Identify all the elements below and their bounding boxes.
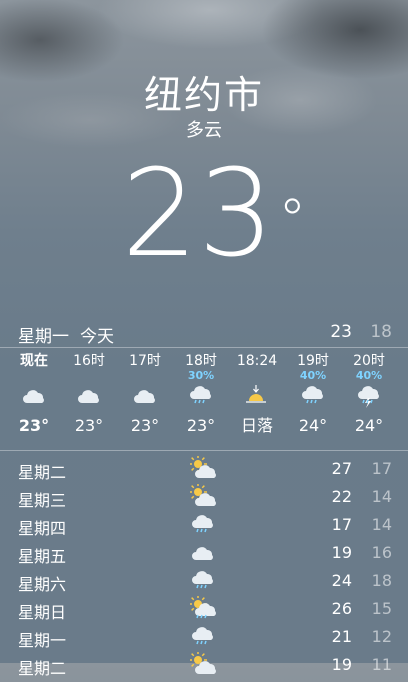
cloudy-icon [117, 382, 173, 410]
hourly-time: 16时 [73, 353, 105, 369]
day-name: 星期五 [18, 547, 67, 566]
hourly-temperature: 23° [18, 416, 50, 435]
hourly-temperature: 23° [130, 416, 160, 435]
day-low: 18 [371, 571, 392, 590]
day-low: 11 [371, 655, 392, 674]
hourly-time: 18时 [185, 353, 217, 369]
partly-sunny-icon [189, 455, 216, 486]
precipitation-chance: 40% [299, 369, 327, 382]
partly-sunny-icon [189, 483, 216, 514]
today-day-name: 星期一 [18, 327, 69, 347]
day-name: 星期日 [18, 603, 67, 622]
current-condition: 多云 [186, 120, 222, 141]
day-name: 星期三 [18, 491, 67, 510]
precipitation-chance [6, 370, 62, 382]
divider-bottom [0, 450, 408, 451]
daily-forecast-list[interactable]: 星期二 27 17 星期三 22 14 星期四 17 14 星期五 19 16 星期六 24 18 星期日 26… [18, 455, 392, 682]
day-high: 17 [331, 515, 352, 534]
divider-top [0, 347, 408, 348]
day-name: 星期一 [18, 631, 67, 650]
hourly-time: 17时 [129, 353, 161, 369]
rain-icon [190, 624, 216, 654]
hourly-time: 19时 [297, 353, 329, 369]
day-low: 15 [371, 599, 392, 618]
partly-sunny-icon [189, 651, 216, 682]
day-low: 17 [371, 459, 392, 478]
hourly-item: 20时 40% 24° [341, 352, 397, 436]
today-high: 23 [330, 322, 352, 342]
hourly-temperature: 日落 [240, 416, 273, 435]
day-low: 14 [371, 515, 392, 534]
rain-icon [285, 382, 341, 410]
cloudy-icon [6, 382, 62, 410]
day-high: 24 [331, 571, 352, 590]
sunset-icon [229, 382, 285, 410]
day-low: 16 [371, 543, 392, 562]
hourly-item: 19时 40% 24° [285, 352, 341, 436]
day-high: 22 [331, 487, 352, 506]
precipitation-chance [117, 370, 173, 382]
hourly-temperature: 23° [186, 416, 216, 435]
hourly-item: 18:24 日落 [229, 352, 285, 436]
hourly-temperature: 23° [74, 416, 104, 435]
precipitation-chance [229, 370, 285, 382]
current-temperature: 23° [122, 150, 307, 280]
rain-icon [190, 568, 216, 598]
day-high: 19 [331, 543, 352, 562]
current-temperature-value: 23 [121, 145, 275, 284]
hourly-temperature: 24° [354, 416, 384, 435]
degree-symbol: ° [278, 188, 307, 253]
thunderstorm-icon [341, 382, 397, 410]
day-high: 19 [331, 655, 352, 674]
today-low: 18 [370, 322, 392, 342]
rain-icon [190, 512, 216, 542]
precipitation-chance: 40% [355, 369, 383, 382]
hourly-time: 20时 [353, 353, 385, 369]
precipitation-chance: 30% [187, 369, 215, 382]
hourly-time: 现在 [20, 353, 48, 369]
day-low: 14 [371, 487, 392, 506]
hourly-item: 18时 30% 23° [173, 352, 229, 436]
hourly-temperature: 24° [298, 416, 328, 435]
hourly-item: 16时 23° [61, 352, 117, 436]
day-name: 星期二 [18, 659, 67, 678]
city-name: 纽约市 [143, 73, 264, 117]
day-high: 26 [331, 599, 352, 618]
day-name: 星期四 [18, 519, 67, 538]
day-high: 21 [331, 627, 352, 646]
precipitation-chance [61, 370, 117, 382]
day-name: 星期二 [18, 463, 67, 482]
today-summary-row: 星期一 今天 23 18 [18, 322, 392, 347]
hourly-time: 18:24 [236, 353, 278, 369]
today-label: 今天 [80, 327, 114, 347]
rain-icon [173, 382, 229, 410]
hourly-item: 现在 23° [6, 352, 62, 436]
daily-row: 星期三 22 14 [18, 483, 392, 514]
daily-row: 星期二 27 17 [18, 455, 392, 486]
sun-rain-icon [189, 595, 216, 626]
cloudy-icon [61, 382, 117, 410]
daily-row: 星期二 19 11 [18, 651, 392, 682]
daily-row: 星期五 19 16 [18, 540, 392, 568]
daily-row: 星期四 17 14 [18, 512, 392, 540]
current-temperature-block: 23° [0, 150, 408, 280]
day-name: 星期六 [18, 575, 67, 594]
daily-row: 星期六 24 18 [18, 568, 392, 596]
day-high: 27 [331, 459, 352, 478]
hourly-forecast[interactable]: 现在 23° 16时 23° 17时 23° 18时 30% 23° 18:24 日落 19时 40% 2… [0, 352, 408, 448]
daily-row: 星期一 21 12 [18, 624, 392, 652]
hourly-item: 17时 23° [117, 352, 173, 436]
cloudy-icon [190, 540, 216, 570]
daily-row: 星期日 26 15 [18, 595, 392, 626]
day-low: 12 [371, 627, 392, 646]
